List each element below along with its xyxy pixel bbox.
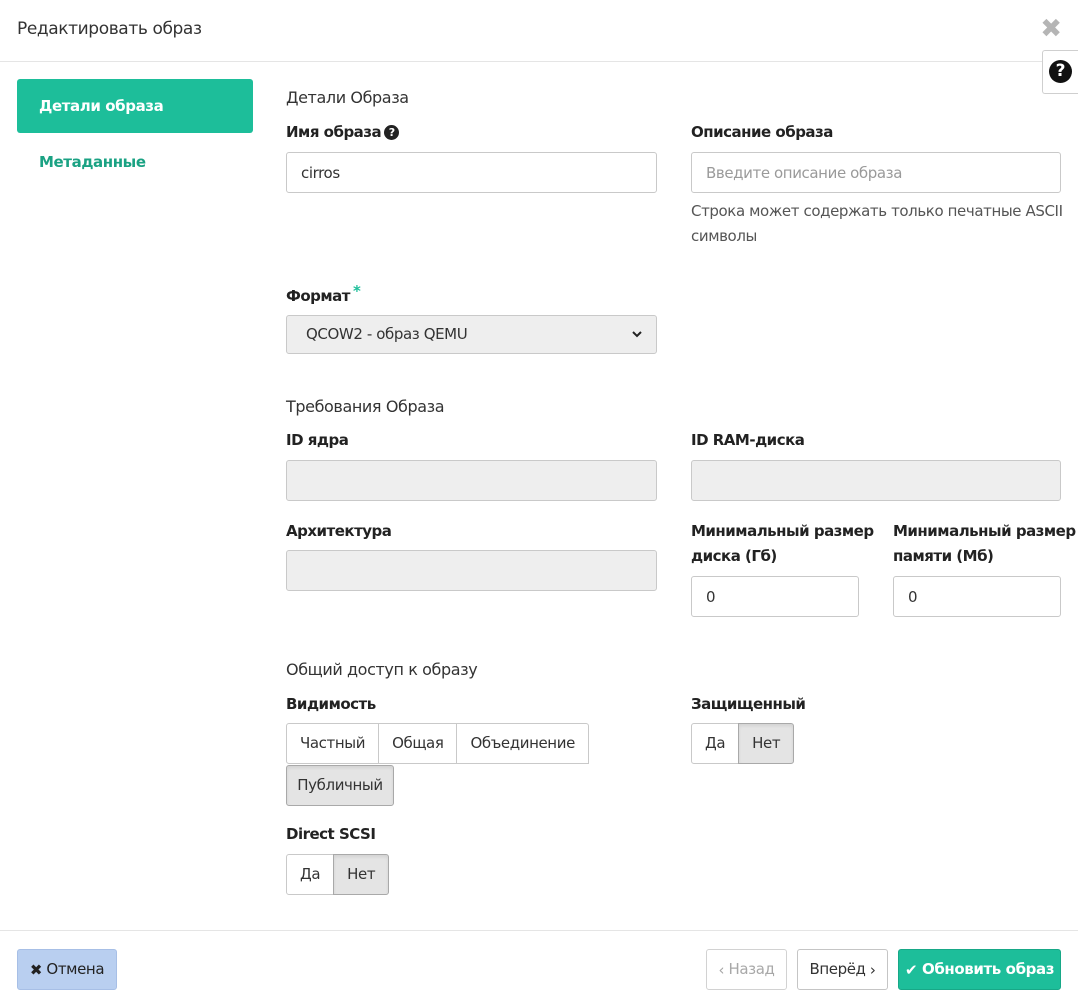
next-button[interactable]: Вперёд ›: [797, 949, 888, 990]
min-disk-input[interactable]: [691, 576, 859, 617]
architecture-input[interactable]: [286, 550, 657, 591]
description-help-line1: Строка может содержать только печатные A…: [691, 202, 1063, 220]
kernel-id-label: ID ядра: [286, 431, 349, 449]
required-asterisk: *: [353, 282, 361, 300]
ramdisk-id-input[interactable]: [691, 460, 1061, 501]
nav-tab-image-details[interactable]: Детали образа: [17, 79, 253, 133]
description-label: Описание образа: [691, 123, 833, 141]
modal-header: Редактировать образ ✖: [0, 0, 1078, 62]
cancel-button[interactable]: ✖ Отмена: [17, 949, 117, 990]
update-image-button-label: Обновить образ: [921, 960, 1055, 978]
protected-option-yes[interactable]: Да: [691, 723, 740, 764]
chevron-left-icon: ‹: [718, 961, 725, 979]
direct-scsi-option-yes[interactable]: Да: [286, 854, 335, 895]
min-ram-input[interactable]: [893, 576, 1061, 617]
kernel-id-input[interactable]: [286, 460, 657, 501]
back-button-label: Назад: [728, 960, 775, 978]
question-circle-icon: ?: [1049, 60, 1072, 83]
min-ram-label-line2: памяти (Мб): [893, 547, 994, 565]
description-help-line2: символы: [691, 227, 757, 245]
section-title-requirements: Требования Образа: [286, 397, 445, 416]
min-disk-label-line1: Минимальный размер: [691, 522, 874, 540]
image-name-label: Имя образа?: [286, 120, 400, 145]
architecture-label: Архитектура: [286, 522, 392, 540]
protected-label: Защищенный: [691, 695, 806, 713]
description-input[interactable]: [691, 152, 1061, 193]
nav-tab-metadata[interactable]: Метаданные: [17, 135, 253, 189]
direct-scsi-button-group: Да Нет: [286, 854, 390, 895]
question-circle-icon: ?: [384, 125, 400, 140]
back-button[interactable]: ‹ Назад: [706, 949, 787, 990]
visibility-button-group: Частный Общая Объединение: [286, 723, 589, 764]
chevron-right-icon: ›: [869, 961, 876, 979]
visibility-option-shared[interactable]: Общая: [378, 723, 458, 764]
check-icon: ✔: [904, 961, 918, 979]
modal-title: Редактировать образ: [17, 19, 202, 39]
format-select[interactable]: QCOW2 - образ QEMU: [286, 315, 657, 354]
min-ram-label-line1: Минимальный размер: [893, 522, 1076, 540]
section-title-details: Детали Образа: [286, 88, 409, 107]
visibility-label: Видимость: [286, 695, 376, 713]
format-label-text: Формат: [286, 287, 351, 305]
protected-option-no[interactable]: Нет: [738, 723, 795, 764]
close-icon: ✖: [29, 961, 43, 979]
protected-button-group: Да Нет: [691, 723, 795, 764]
update-image-button[interactable]: ✔ Обновить образ: [898, 949, 1061, 990]
min-disk-label-line2: диска (Гб): [691, 547, 777, 565]
section-title-sharing: Общий доступ к образу: [286, 660, 478, 679]
format-label: Формат *: [286, 282, 361, 309]
modal-footer: ✖ Отмена ‹ Назад Вперёд › ✔ Обновить обр…: [0, 930, 1078, 1006]
visibility-button-group-row2: Публичный: [286, 765, 394, 806]
visibility-option-public[interactable]: Публичный: [286, 765, 394, 806]
chevron-down-icon: [632, 331, 642, 338]
format-select-value: QCOW2 - образ QEMU: [306, 325, 468, 343]
close-icon[interactable]: ✖: [1040, 16, 1062, 42]
visibility-option-community[interactable]: Объединение: [456, 723, 589, 764]
help-button[interactable]: ?: [1042, 50, 1078, 94]
cancel-button-label: Отмена: [46, 960, 105, 978]
image-name-input[interactable]: [286, 152, 657, 193]
visibility-option-private[interactable]: Частный: [286, 723, 380, 764]
image-name-label-text: Имя образа: [286, 123, 382, 141]
next-button-label: Вперёд: [809, 960, 866, 978]
direct-scsi-option-no[interactable]: Нет: [333, 854, 390, 895]
direct-scsi-label: Direct SCSI: [286, 825, 376, 843]
ramdisk-id-label: ID RAM-диска: [691, 431, 805, 449]
